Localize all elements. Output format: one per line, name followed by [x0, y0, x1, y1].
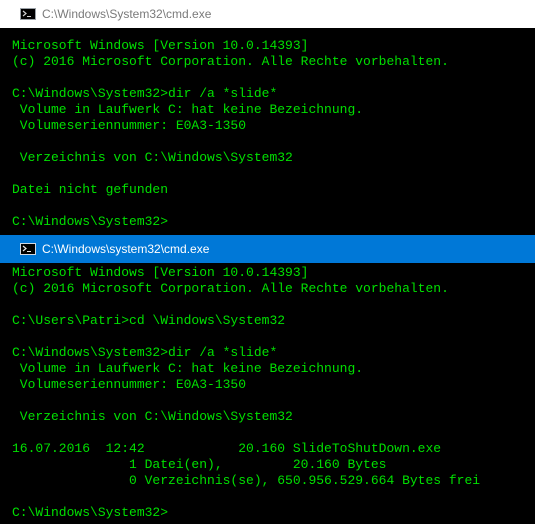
console-line: Datei nicht gefunden	[12, 182, 169, 197]
console-line: Volume in Laufwerk C: hat keine Bezeichn…	[12, 361, 364, 376]
console-line: Volumeseriennummer: E0A3-1350	[12, 118, 247, 133]
console-output[interactable]: Microsoft Windows [Version 10.0.14393] (c…	[0, 263, 535, 521]
window-title: C:\Windows\system32\cmd.exe	[42, 242, 210, 256]
cmd-window-foreground[interactable]: C:\Windows\system32\cmd.exe Microsoft Wi…	[0, 235, 535, 524]
console-line: 0 Verzeichnis(se), 650.956.529.664 Bytes…	[12, 473, 481, 488]
console-line: Verzeichnis von C:\Windows\System32	[12, 409, 293, 424]
console-line: 1 Datei(en), 20.160 Bytes	[12, 457, 387, 472]
console-line: Verzeichnis von C:\Windows\System32	[12, 150, 293, 165]
console-line: C:\Users\Patri>cd \Windows\System32	[12, 313, 286, 328]
command-prompt[interactable]: C:\Windows\System32>	[12, 214, 535, 230]
console-line: 16.07.2016 12:42 20.160 SlideToShutDown.…	[12, 441, 442, 456]
console-line: Volumeseriennummer: E0A3-1350	[12, 377, 247, 392]
command-prompt[interactable]: C:\Windows\System32>	[12, 505, 535, 521]
window-title: C:\Windows\System32\cmd.exe	[42, 7, 212, 21]
cmd-window-background[interactable]: C:\Windows\System32\cmd.exe Microsoft Wi…	[0, 0, 535, 235]
titlebar[interactable]: C:\Windows\System32\cmd.exe	[0, 0, 535, 28]
console-output[interactable]: Microsoft Windows [Version 10.0.14393] (c…	[0, 28, 535, 230]
console-line: (c) 2016 Microsoft Corporation. Alle Rec…	[12, 54, 449, 69]
console-line: C:\Windows\System32>dir /a *slide*	[12, 345, 278, 360]
titlebar[interactable]: C:\Windows\system32\cmd.exe	[0, 235, 535, 263]
console-line: Microsoft Windows [Version 10.0.14393]	[12, 265, 309, 280]
console-line: (c) 2016 Microsoft Corporation. Alle Rec…	[12, 281, 449, 296]
console-line: Volume in Laufwerk C: hat keine Bezeichn…	[12, 102, 364, 117]
console-line: C:\Windows\System32>dir /a *slide*	[12, 86, 278, 101]
cmd-prompt-icon	[20, 243, 36, 255]
cmd-prompt-icon	[20, 8, 36, 20]
console-line: Microsoft Windows [Version 10.0.14393]	[12, 38, 309, 53]
